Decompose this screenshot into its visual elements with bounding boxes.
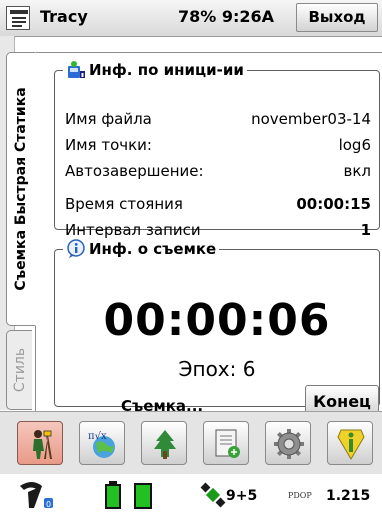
autofinish-value: вкл	[343, 162, 372, 180]
epoch-count: Эпох: 6	[178, 357, 256, 381]
satellite-icon	[200, 482, 226, 508]
calculator-globe-icon: π√x	[88, 431, 115, 458]
point-name-label: Имя точки:	[65, 136, 152, 154]
file-name-value: november03-14	[251, 110, 371, 128]
battery-2-icon	[134, 483, 152, 509]
tab-label: Съемка Быстрая Статика	[13, 87, 29, 291]
battery-1-icon	[105, 481, 121, 509]
receiver-info-icon	[68, 61, 85, 78]
log-interval-row: Интервал записи 1	[65, 221, 371, 239]
survey-info-group: Инф. о съемке 00:00:06 Эпох: 6 Съемка...…	[54, 239, 380, 419]
satellite-count: 9+5	[226, 488, 258, 504]
pdop-label: PDOP	[288, 491, 312, 500]
tree-icon	[154, 430, 176, 459]
file-name-label: Имя файла	[65, 110, 152, 128]
surveyor-button[interactable]	[17, 421, 63, 465]
occupation-time-value: 00:00:15	[296, 195, 371, 213]
notebook-icon	[215, 429, 240, 458]
svg-text:π√x: π√x	[88, 431, 107, 442]
settings-button[interactable]	[265, 421, 311, 465]
pdop-value: 1.215	[326, 488, 371, 504]
survey-info-title: Инф. о съемке	[63, 239, 219, 259]
surveyor-icon	[33, 430, 52, 459]
info-icon	[337, 429, 365, 460]
battery-time-status: 78% 9:26A	[178, 7, 275, 26]
occupation-time-row: Время стояния 00:00:15	[65, 195, 371, 213]
content-panel: Инф. по иници-ии Имя файла november03-14…	[35, 52, 382, 419]
tab-fast-static-survey[interactable]: Съемка Быстрая Статика	[6, 52, 36, 326]
elapsed-time: 00:00:06	[103, 295, 331, 346]
start-menu-icon[interactable]	[6, 6, 30, 30]
point-name-value: log6	[338, 136, 371, 154]
log-interval-label: Интервал записи	[65, 221, 201, 239]
init-info-group: Инф. по иници-ии Имя файла november03-14…	[54, 60, 380, 239]
group-title-text: Инф. о съемке	[89, 240, 217, 258]
calculator-button[interactable]: π√x	[79, 421, 125, 465]
gear-icon	[274, 429, 304, 459]
bottom-toolbar: π√x	[0, 411, 382, 474]
point-name-row: Имя точки: log6	[65, 136, 371, 154]
log-interval-value: 1	[360, 221, 371, 239]
data-notebook-button[interactable]	[203, 421, 249, 465]
forest-button[interactable]	[141, 421, 187, 465]
tab-style[interactable]: Стиль	[6, 330, 32, 410]
file-name-row: Имя файла november03-14	[65, 110, 371, 128]
autofinish-row: Автозавершение: вкл	[65, 162, 371, 180]
autofinish-label: Автозавершение:	[65, 162, 204, 180]
occupation-time-label: Время стояния	[65, 195, 183, 213]
svg-text:0: 0	[46, 500, 51, 509]
init-info-title: Инф. по иници-ии	[63, 60, 247, 80]
title-bar: Tracy 78% 9:26A Выход	[0, 0, 382, 37]
group-title-text: Инф. по иници-ии	[89, 61, 244, 79]
info-bubble-icon	[67, 239, 85, 258]
status-bar: 0 9+5 PDOP 1.215	[0, 474, 382, 516]
info-button[interactable]	[327, 421, 373, 465]
tab-label: Стиль	[11, 347, 28, 393]
app-title: Tracy	[40, 7, 88, 26]
exit-button[interactable]: Выход	[296, 3, 378, 32]
receiver-connection-icon[interactable]: 0	[18, 480, 66, 510]
